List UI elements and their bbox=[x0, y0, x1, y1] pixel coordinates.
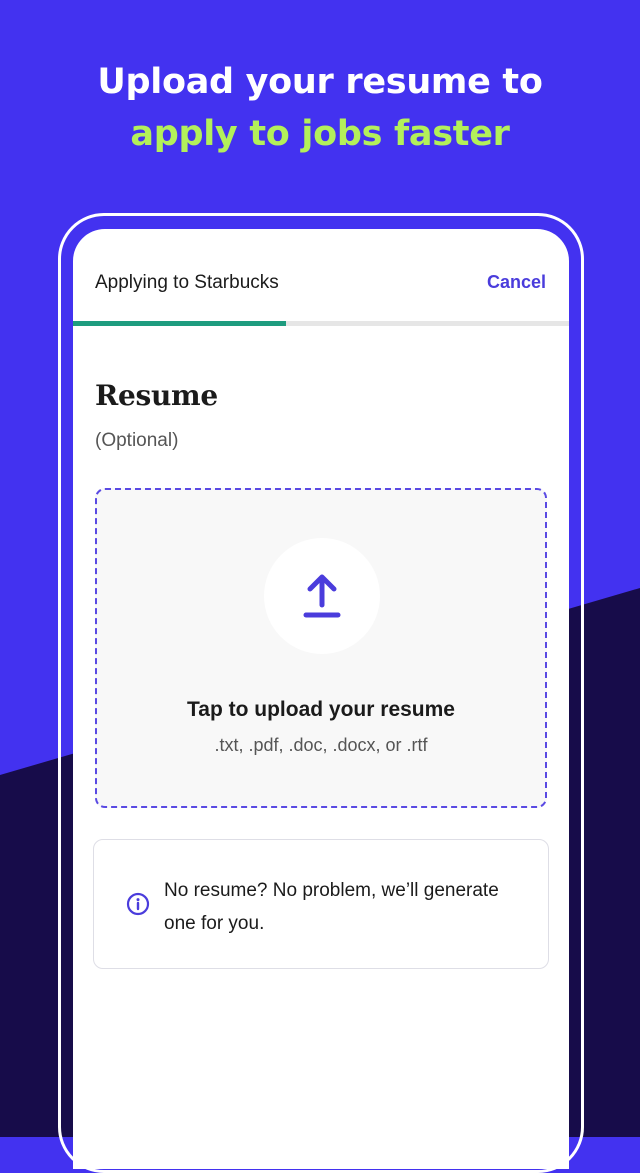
application-progress-bar bbox=[73, 321, 569, 326]
upload-icon-circle bbox=[264, 538, 380, 654]
phone-screen: Applying to Starbucks Cancel Resume (Opt… bbox=[73, 229, 569, 1169]
headline-line-2: apply to jobs faster bbox=[130, 114, 510, 154]
upload-arrow-icon bbox=[303, 574, 341, 618]
upload-formats: .txt, .pdf, .doc, .docx, or .rtf bbox=[214, 735, 428, 755]
section-subtitle: (Optional) bbox=[95, 430, 179, 451]
progress-bar-fill bbox=[73, 321, 287, 326]
app-header: Applying to Starbucks Cancel bbox=[73, 229, 569, 325]
resume-upload-dropzone[interactable]: Tap to upload your resume .txt, .pdf, .d… bbox=[95, 488, 547, 808]
cancel-button[interactable]: Cancel bbox=[487, 272, 546, 293]
promo-headline: Upload your resume to apply to jobs fast… bbox=[0, 56, 640, 160]
info-message: No resume? No problem, we’ll generate on… bbox=[164, 880, 499, 934]
application-title: Applying to Starbucks bbox=[95, 272, 279, 293]
section-title: Resume bbox=[95, 379, 218, 412]
info-notice: No resume? No problem, we’ll generate on… bbox=[93, 839, 549, 969]
upload-title: Tap to upload your resume bbox=[187, 698, 455, 721]
info-icon bbox=[126, 892, 150, 916]
headline-line-1: Upload your resume to bbox=[97, 62, 543, 102]
